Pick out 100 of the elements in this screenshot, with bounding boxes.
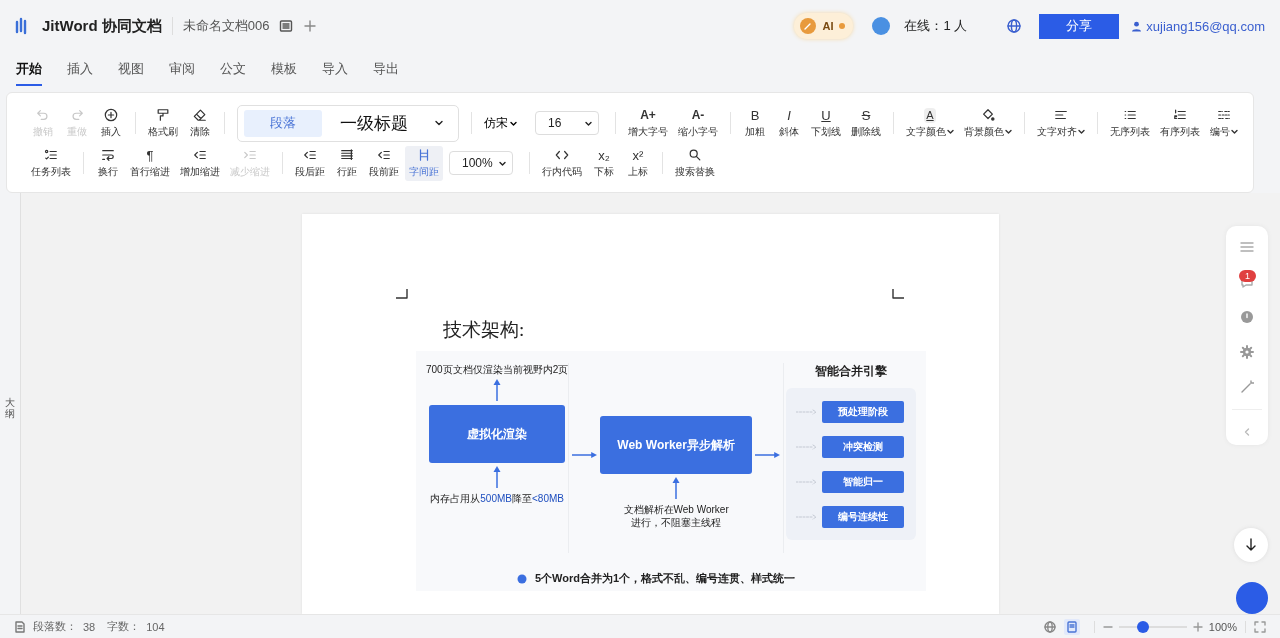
bullet-list-icon [1123, 108, 1137, 122]
toolbar-button[interactable]: ¶ 首行缩进 [126, 145, 174, 181]
paragraph-count: 38 [83, 620, 96, 633]
toolbar-button[interactable]: 插入 [95, 105, 127, 141]
zoom-level: 100% [1208, 620, 1237, 633]
toolbar-button[interactable]: x₂ 下标 [588, 145, 620, 181]
brush-icon [156, 108, 170, 122]
zoom-in-icon[interactable] [1192, 621, 1203, 632]
caret-icon [1231, 128, 1238, 135]
toolbar-button[interactable]: 背景颜色 [960, 105, 1016, 141]
up-arrow [672, 477, 681, 499]
word-count: 104 [146, 620, 165, 633]
view-mode-button[interactable] [1041, 618, 1058, 635]
corner-mark [892, 289, 904, 299]
bullet-icon [516, 573, 527, 584]
toolbar-button[interactable]: 换行 [92, 145, 124, 181]
toolbar-button[interactable]: 字间距 [405, 145, 443, 181]
document-icon[interactable] [279, 19, 294, 33]
document-icon [14, 620, 26, 633]
tab[interactable]: 导出 [373, 60, 399, 86]
online-count: 在线：1 人 [904, 17, 968, 35]
select-field[interactable]: 100% [449, 151, 513, 175]
outline-tab[interactable]: 大纲 [5, 396, 15, 419]
count-badge: 1 [1239, 270, 1256, 282]
user-icon [1131, 20, 1143, 32]
dashed-arrow [796, 478, 818, 485]
tab[interactable]: 视图 [118, 60, 144, 86]
toolbar-button[interactable]: 增加缩进 [176, 145, 224, 181]
stage-box: 预处理阶段 [822, 400, 904, 423]
toolbar-button[interactable]: 行距 [331, 145, 363, 181]
user-link[interactable]: xujiang156@qq.com [1131, 18, 1265, 34]
toolbar-button[interactable]: A 文字颜色 [902, 105, 958, 141]
toolbar-button[interactable]: S 删除线 [847, 105, 885, 141]
style-picker[interactable]: 段落 一级标题 [237, 104, 459, 142]
align-left-icon [1054, 108, 1068, 122]
clock-icon [1240, 310, 1254, 324]
up-arrow [493, 466, 502, 488]
document-heading: 技术架构: [443, 318, 526, 342]
corner-mark [396, 289, 408, 299]
checklist-icon [44, 148, 58, 162]
toolbar-button[interactable]: 有序列表 [1156, 105, 1204, 141]
tab[interactable]: 模板 [271, 60, 297, 86]
right-arrow [572, 451, 598, 459]
numbered-list-icon [1173, 108, 1187, 122]
toolbar-button[interactable]: A+ 增大字号 [624, 105, 672, 141]
plus-icon[interactable] [304, 20, 317, 32]
globe-icon [1043, 620, 1056, 633]
engine-title: 智能合并引擎 [815, 363, 887, 380]
toolbar-button[interactable]: 行内代码 [538, 145, 586, 181]
diagram-note: 内存占用从500MB降至<80MB [430, 492, 564, 505]
toolbar-button[interactable]: 搜索替换 [671, 145, 719, 181]
avatar[interactable] [872, 17, 891, 35]
tab[interactable]: 插入 [67, 60, 93, 86]
toolbar-button[interactable]: A- 缩小字号 [674, 105, 722, 141]
caret-icon [585, 119, 592, 127]
select-field[interactable]: 16 [535, 111, 599, 135]
view-mode-button[interactable] [1063, 618, 1080, 635]
toolbar-button[interactable]: 段后距 [291, 145, 329, 181]
toolbar-button[interactable]: 文字对齐 [1033, 105, 1089, 141]
toolbar-button[interactable]: I 斜体 [773, 105, 805, 141]
page-icon [1065, 620, 1078, 633]
indent-icon [193, 148, 207, 162]
stage-box: 冲突检测 [822, 435, 904, 458]
share-button[interactable]: 分享 [1039, 13, 1120, 39]
toolbar-button[interactable]: 段前距 [365, 145, 403, 181]
globe-icon[interactable] [1007, 19, 1022, 33]
tab[interactable]: 开始 [16, 60, 42, 86]
menu-icon [1240, 240, 1254, 254]
style-option[interactable]: 段落 [244, 109, 322, 137]
process-box: Web Worker异步解析 [600, 416, 753, 474]
toolbar-button[interactable]: 任务列表 [27, 145, 75, 181]
tab[interactable]: 导入 [322, 60, 348, 86]
toolbar-button[interactable]: 编号 [1206, 105, 1242, 141]
toolbar-button[interactable]: x² 上标 [622, 145, 654, 181]
document-name: 未命名文档006 [182, 17, 270, 35]
comment-button[interactable]: 1 [1237, 271, 1257, 293]
list-icon [1217, 108, 1231, 122]
fullscreen-icon[interactable] [1254, 620, 1266, 633]
toolbar-button[interactable]: U 下划线 [807, 105, 845, 141]
logo-icon [15, 17, 29, 35]
toolbar-button[interactable]: B 加粗 [739, 105, 771, 141]
wand-icon [1240, 380, 1254, 394]
tab[interactable]: 审阅 [169, 60, 195, 86]
stage-box: 编号连续性 [822, 505, 904, 528]
toolbar-button[interactable]: 格式刷 [144, 105, 182, 141]
ai-button[interactable]: AI [794, 13, 854, 39]
process-box: 虚拟化渲染 [429, 405, 566, 463]
down-arrow-icon [1245, 538, 1257, 552]
undo-icon [36, 108, 50, 122]
font-select[interactable]: 仿宋 [480, 114, 521, 132]
toolbar-button[interactable]: 清除 [184, 105, 216, 141]
tab[interactable]: 公文 [220, 60, 246, 86]
toolbar-button[interactable]: 无序列表 [1106, 105, 1154, 141]
outdent-icon [243, 148, 257, 162]
style-option[interactable]: 一级标题 [322, 109, 426, 137]
app-title: JitWord 协同文档 [42, 16, 162, 36]
up-arrow [493, 379, 502, 401]
paint-bucket-icon [981, 108, 995, 122]
caret-icon[interactable] [434, 118, 444, 128]
spacing-icon [377, 148, 391, 162]
